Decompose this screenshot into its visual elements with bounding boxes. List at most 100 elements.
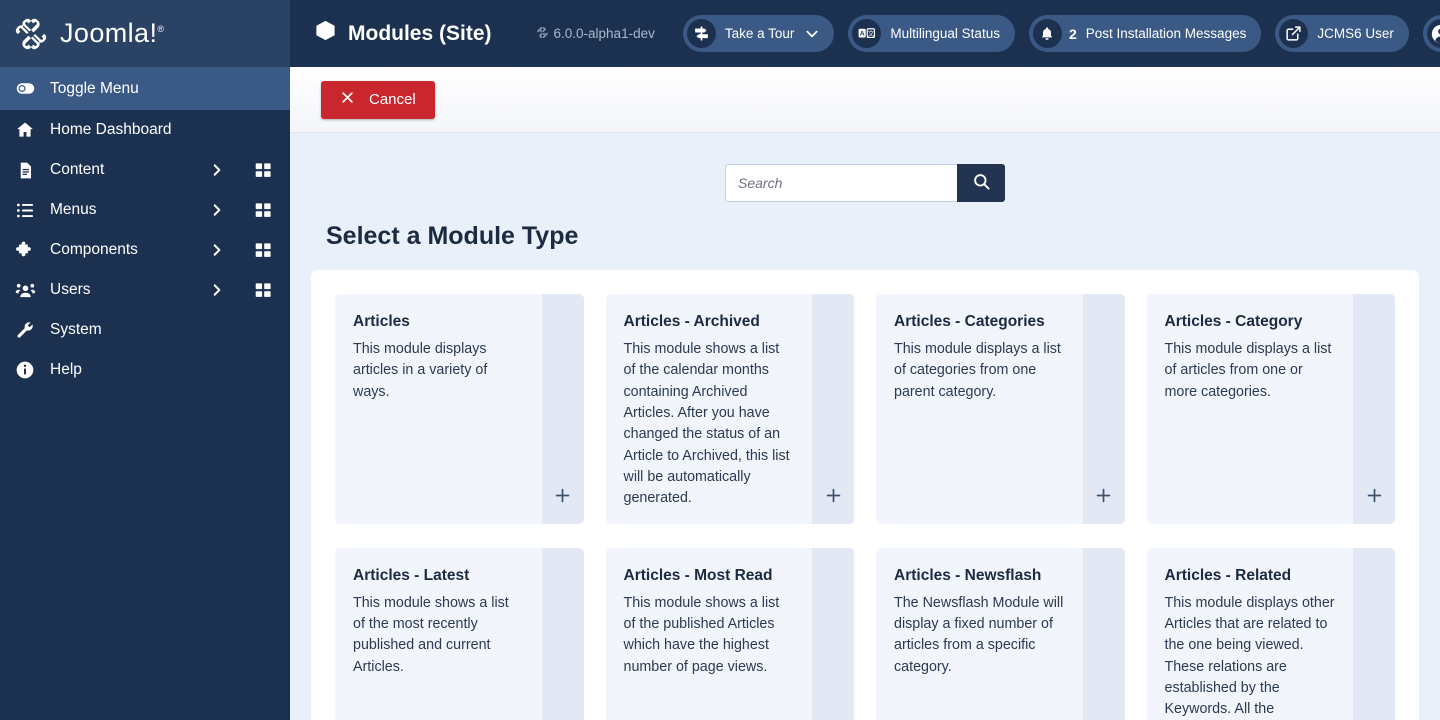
chevron-right-icon[interactable] <box>206 242 228 258</box>
toggle-switch-icon <box>14 78 36 99</box>
module-card-title: Articles - Most Read <box>624 566 795 586</box>
module-card-body: Articles This module displays articles i… <box>335 294 542 524</box>
page-title: Modules (Site) <box>314 19 492 48</box>
chevron-down-icon[interactable] <box>805 27 819 41</box>
post-installation-messages-label: Post Installation Messages <box>1086 26 1247 41</box>
module-card-title: Articles - Categories <box>894 312 1065 332</box>
dashboard-grid-icon[interactable] <box>252 202 274 219</box>
cancel-label: Cancel <box>369 91 416 108</box>
module-type-container: Articles This module displays articles i… <box>311 270 1419 720</box>
visit-site-button[interactable]: JCMS6 User <box>1275 15 1409 52</box>
multilingual-status-label: Multilingual Status <box>890 26 1000 41</box>
module-type-card[interactable]: Articles - Related This module displays … <box>1147 548 1396 720</box>
sidebar-item-users[interactable]: Users <box>0 270 290 310</box>
sidebar-item-content[interactable]: Content <box>0 150 290 190</box>
sidebar-item-help[interactable]: Help <box>0 350 290 390</box>
module-card-body: Articles - Related This module displays … <box>1147 548 1354 720</box>
module-card-title: Articles - Newsflash <box>894 566 1065 586</box>
version-text: 6.0.0-alpha1-dev <box>554 26 655 41</box>
add-module-button[interactable] <box>1353 294 1395 524</box>
add-module-button[interactable] <box>1353 548 1395 720</box>
dashboard-grid-icon[interactable] <box>252 242 274 259</box>
document-icon <box>14 161 36 180</box>
sidebar-item-label: Home Dashboard <box>50 121 274 139</box>
module-type-card[interactable]: Articles - Latest This module shows a li… <box>335 548 584 720</box>
cancel-button[interactable]: Cancel <box>321 81 435 119</box>
module-card-description: This module shows a list of the publishe… <box>624 593 795 678</box>
wrench-icon <box>14 320 36 340</box>
search-input[interactable] <box>725 164 957 202</box>
plus-icon <box>824 486 843 510</box>
user-circle-icon <box>1427 19 1440 48</box>
list-icon <box>14 201 36 220</box>
close-x-icon <box>340 90 355 109</box>
module-type-card[interactable]: Articles - Archived This module shows a … <box>606 294 855 524</box>
post-installation-messages-button[interactable]: 2 Post Installation Messages <box>1029 15 1261 52</box>
sidebar-item-system[interactable]: System <box>0 310 290 350</box>
module-type-grid: Articles This module displays articles i… <box>335 294 1395 720</box>
joomla-mark-icon <box>536 26 549 42</box>
sidebar-item-label: Menus <box>50 201 192 219</box>
module-card-description: The Newsflash Module will display a fixe… <box>894 593 1065 678</box>
module-type-card[interactable]: Articles - Most Read This module shows a… <box>606 548 855 720</box>
sidebar-item-label: Toggle Menu <box>50 80 274 98</box>
sidebar-item-label: System <box>50 321 274 339</box>
sidebar-item-menus[interactable]: Menus <box>0 190 290 230</box>
module-card-title: Articles - Archived <box>624 312 795 332</box>
messages-count-badge: 2 <box>1069 26 1077 42</box>
user-menu-button[interactable]: User Menu <box>1423 15 1440 52</box>
sidebar-item-label: Content <box>50 161 192 179</box>
dashboard-grid-icon[interactable] <box>252 282 274 299</box>
module-type-card[interactable]: Articles - Newsflash The Newsflash Modul… <box>876 548 1125 720</box>
brand-logo-area[interactable]: Joomla!® <box>0 0 290 67</box>
module-card-body: Articles - Most Read This module shows a… <box>606 548 813 720</box>
chevron-right-icon[interactable] <box>206 202 228 218</box>
sidebar-item-label: Components <box>50 241 192 259</box>
module-type-card[interactable]: Articles - Categories This module displa… <box>876 294 1125 524</box>
top-header-bar: Modules (Site) 6.0.0-alpha1-dev Take a T… <box>290 0 1440 67</box>
joomla-logo-icon <box>12 15 50 53</box>
module-card-body: Articles - Latest This module shows a li… <box>335 548 542 720</box>
plus-icon <box>1094 486 1113 510</box>
add-module-button[interactable] <box>542 294 584 524</box>
module-card-body: Articles - Newsflash The Newsflash Modul… <box>876 548 1083 720</box>
chevron-right-icon[interactable] <box>206 162 228 178</box>
svg-text:文: 文 <box>868 28 875 37</box>
add-module-button[interactable] <box>1083 548 1125 720</box>
module-card-description: This module displays a list of categorie… <box>894 339 1065 403</box>
module-type-card[interactable]: Articles This module displays articles i… <box>335 294 584 524</box>
sidebar: Joomla!® Toggle Menu Home Dashboard Cont <box>0 0 290 720</box>
content-area: Select a Module Type Articles This modul… <box>290 133 1440 720</box>
cube-icon <box>314 19 337 48</box>
module-card-description: This module displays articles in a varie… <box>353 339 524 403</box>
action-toolbar: Cancel <box>290 67 1440 133</box>
module-type-card[interactable]: Articles - Category This module displays… <box>1147 294 1396 524</box>
translate-icon: A文 <box>852 19 881 48</box>
sidebar-item-components[interactable]: Components <box>0 230 290 270</box>
module-card-title: Articles - Related <box>1165 566 1336 586</box>
users-icon <box>14 280 36 301</box>
module-card-title: Articles - Latest <box>353 566 524 586</box>
module-card-body: Articles - Archived This module shows a … <box>606 294 813 524</box>
puzzle-piece-icon <box>14 240 36 260</box>
sidebar-item-toggle-menu[interactable]: Toggle Menu <box>0 67 290 110</box>
take-a-tour-label: Take a Tour <box>725 26 795 41</box>
dashboard-grid-icon[interactable] <box>252 162 274 179</box>
add-module-button[interactable] <box>542 548 584 720</box>
add-module-button[interactable] <box>1083 294 1125 524</box>
add-module-button[interactable] <box>812 294 854 524</box>
app-root: Joomla!® Toggle Menu Home Dashboard Cont <box>0 0 1440 720</box>
multilingual-status-button[interactable]: A文 Multilingual Status <box>848 15 1015 52</box>
module-card-body: Articles - Category This module displays… <box>1147 294 1354 524</box>
take-a-tour-button[interactable]: Take a Tour <box>683 15 835 52</box>
search-button[interactable] <box>957 164 1005 202</box>
search-group <box>725 164 1005 202</box>
module-card-description: This module shows a list of the most rec… <box>353 593 524 678</box>
module-card-description: This module displays other Articles that… <box>1165 593 1336 720</box>
sidebar-item-home-dashboard[interactable]: Home Dashboard <box>0 110 290 150</box>
chevron-right-icon[interactable] <box>206 282 228 298</box>
add-module-button[interactable] <box>812 548 854 720</box>
module-card-title: Articles - Category <box>1165 312 1336 332</box>
sidebar-item-label: Help <box>50 361 274 379</box>
module-card-body: Articles - Categories This module displa… <box>876 294 1083 524</box>
